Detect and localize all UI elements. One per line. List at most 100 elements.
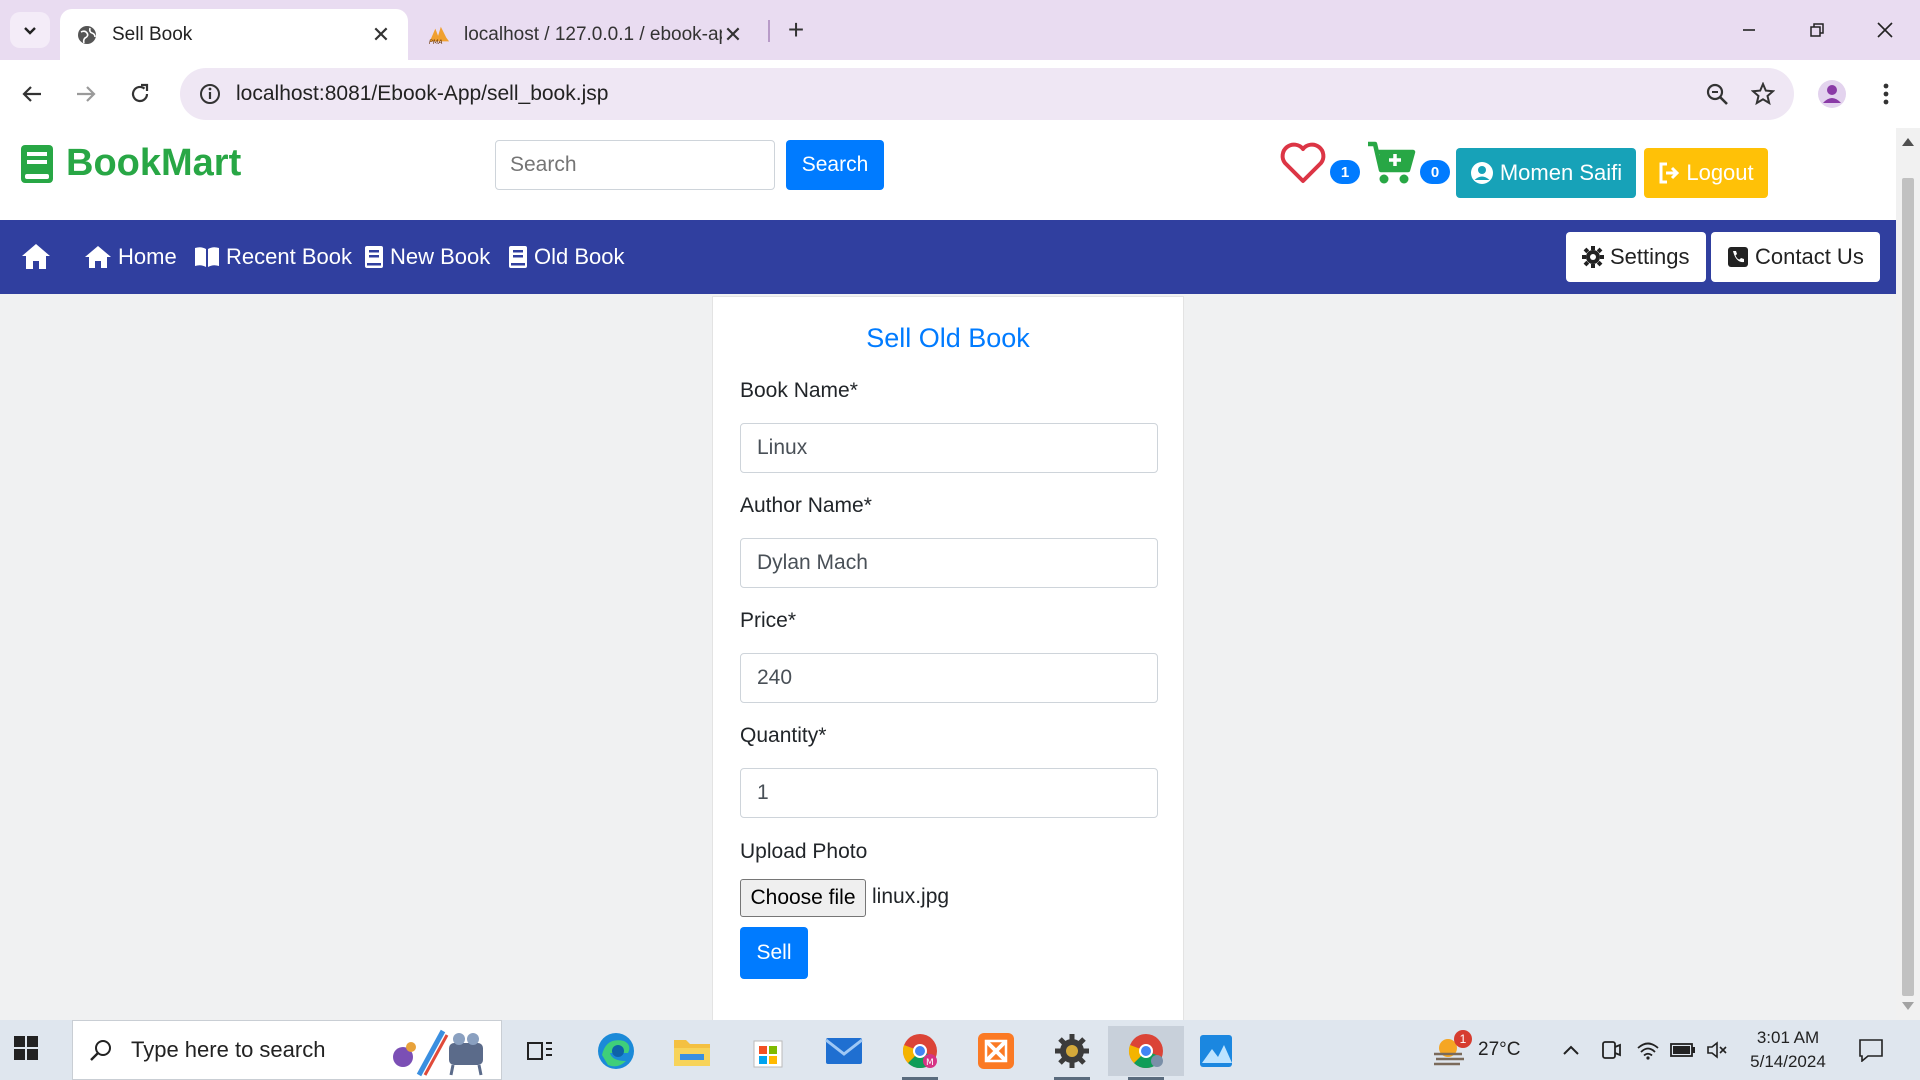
contact-us-button[interactable]: Contact Us bbox=[1711, 232, 1880, 282]
page-scrollbar[interactable] bbox=[1896, 128, 1920, 1020]
notification-center-button[interactable] bbox=[1858, 1020, 1884, 1080]
back-button[interactable] bbox=[14, 76, 50, 112]
nav-new-book-label: New Book bbox=[390, 244, 491, 269]
site-info-icon[interactable] bbox=[184, 68, 236, 120]
volume-muted-icon[interactable] bbox=[1706, 1020, 1728, 1080]
windows-taskbar: Type here to search M 1 27°C 3:01 AM 5/1… bbox=[0, 1020, 1920, 1080]
settings-button[interactable]: Settings bbox=[1566, 232, 1706, 282]
nav-home[interactable]: Home bbox=[84, 220, 177, 294]
choose-file-button[interactable]: Choose file bbox=[740, 879, 866, 917]
chrome-icon: M bbox=[902, 1034, 937, 1069]
meet-now-icon[interactable] bbox=[1600, 1020, 1622, 1080]
start-button[interactable] bbox=[14, 1036, 38, 1065]
sell-submit-button[interactable]: Sell bbox=[740, 927, 808, 979]
scrollbar-thumb[interactable] bbox=[1902, 178, 1914, 996]
minimize-icon bbox=[1743, 29, 1755, 31]
selected-file-name: linux.jpg bbox=[872, 885, 950, 908]
minimize-button[interactable] bbox=[1726, 12, 1772, 48]
tab-phpmyadmin[interactable]: PMA localhost / 127.0.0.1 / ebook-ap ✕ bbox=[412, 9, 760, 60]
system-clock[interactable]: 3:01 AM 5/14/2024 bbox=[1728, 1026, 1848, 1074]
weather-alert-badge: 1 bbox=[1454, 1030, 1472, 1048]
scroll-up-arrow-icon[interactable] bbox=[1902, 138, 1914, 146]
profile-avatar[interactable] bbox=[1814, 76, 1850, 112]
nav-new-book[interactable]: New Book bbox=[364, 220, 490, 294]
close-window-button[interactable] bbox=[1862, 12, 1908, 48]
browser-menu-button[interactable] bbox=[1870, 76, 1902, 112]
phpmyadmin-icon: PMA bbox=[428, 24, 450, 46]
cart-count-badge: 0 bbox=[1420, 160, 1450, 184]
user-profile-button[interactable]: Momen Saifi bbox=[1456, 148, 1636, 198]
weather-widget[interactable]: 1 27°C bbox=[1432, 1020, 1520, 1080]
tab-list-button[interactable] bbox=[10, 12, 50, 48]
taskbar-edge[interactable] bbox=[586, 1026, 646, 1076]
cart-plus-icon bbox=[1368, 141, 1416, 184]
taskbar-chrome-active[interactable] bbox=[1108, 1026, 1184, 1080]
nav-recent-book-label: Recent Book bbox=[226, 244, 352, 269]
price-label: Price* bbox=[740, 609, 797, 632]
sign-out-icon bbox=[1659, 162, 1680, 184]
phone-square-icon bbox=[1728, 247, 1748, 267]
heart-icon bbox=[1280, 142, 1326, 183]
taskbar-file-explorer[interactable] bbox=[662, 1026, 722, 1076]
wifi-icon[interactable] bbox=[1636, 1020, 1660, 1080]
battery-icon[interactable] bbox=[1670, 1020, 1696, 1080]
photos-icon bbox=[1200, 1035, 1232, 1067]
home-icon-link[interactable] bbox=[20, 242, 52, 275]
taskbar-photos[interactable] bbox=[1186, 1026, 1246, 1076]
taskbar-settings-app[interactable] bbox=[1042, 1026, 1102, 1080]
form-title: Sell Old Book bbox=[866, 323, 1030, 353]
wishlist-button[interactable] bbox=[1280, 142, 1326, 189]
zoom-icon[interactable] bbox=[1694, 71, 1740, 117]
close-icon[interactable]: ✕ bbox=[370, 22, 392, 47]
home-icon bbox=[85, 246, 111, 268]
taskbar-microsoft-store[interactable] bbox=[738, 1026, 798, 1076]
search-icon bbox=[89, 1038, 113, 1062]
tab-separator bbox=[768, 20, 770, 42]
address-bar[interactable]: localhost:8081/Ebook-App/sell_book.jsp bbox=[180, 68, 1794, 120]
settings-label: Settings bbox=[1610, 244, 1690, 269]
taskbar-mail[interactable] bbox=[814, 1026, 874, 1076]
cart-button[interactable] bbox=[1366, 140, 1416, 191]
show-hidden-icons-button[interactable] bbox=[1562, 1020, 1580, 1080]
task-view-button[interactable] bbox=[510, 1026, 570, 1076]
author-name-input[interactable] bbox=[740, 538, 1158, 588]
search-highlight-illustration-icon bbox=[385, 1027, 495, 1080]
close-icon bbox=[1877, 22, 1893, 38]
taskbar-chrome-profile[interactable]: M bbox=[890, 1026, 950, 1080]
arrow-right-icon bbox=[77, 86, 96, 102]
chevron-up-icon bbox=[1563, 1045, 1579, 1055]
new-tab-button[interactable]: + bbox=[780, 14, 812, 46]
tab-sell-book[interactable]: Sell Book ✕ bbox=[60, 9, 408, 60]
search-button[interactable]: Search bbox=[786, 140, 884, 190]
reload-button[interactable] bbox=[122, 76, 158, 112]
svg-text:M: M bbox=[926, 1058, 934, 1068]
book-name-label: Book Name* bbox=[740, 379, 858, 402]
restore-button[interactable] bbox=[1794, 12, 1840, 48]
forward-button[interactable] bbox=[68, 76, 104, 112]
logout-button[interactable]: Logout bbox=[1644, 148, 1768, 198]
brand-logo[interactable]: BookMart bbox=[20, 142, 241, 185]
user-icon bbox=[1818, 80, 1846, 108]
nav-old-book-label: Old Book bbox=[534, 244, 625, 269]
clock-date: 5/14/2024 bbox=[1750, 1052, 1826, 1071]
notification-icon bbox=[1859, 1039, 1883, 1062]
nav-old-book[interactable]: Old Book bbox=[508, 220, 625, 294]
xampp-icon bbox=[978, 1033, 1014, 1069]
url-text[interactable]: localhost:8081/Ebook-App/sell_book.jsp bbox=[236, 82, 1694, 106]
quantity-input[interactable] bbox=[740, 768, 1158, 818]
browser-tab-bar: Sell Book ✕ PMA localhost / 127.0.0.1 / … bbox=[0, 0, 1920, 60]
logout-label: Logout bbox=[1686, 160, 1754, 185]
taskbar-search-box[interactable]: Type here to search bbox=[72, 1020, 502, 1080]
sell-book-form-card: Sell Old Book Book Name* Author Name* Pr… bbox=[712, 296, 1184, 1020]
svg-text:PMA: PMA bbox=[429, 38, 443, 46]
scroll-down-arrow-icon[interactable] bbox=[1902, 1002, 1914, 1010]
nav-recent-book[interactable]: Recent Book bbox=[194, 220, 352, 294]
book-icon bbox=[509, 246, 527, 268]
close-icon[interactable]: ✕ bbox=[722, 22, 744, 47]
book-name-input[interactable] bbox=[740, 423, 1158, 473]
bookmark-star-icon[interactable] bbox=[1740, 71, 1786, 117]
price-input[interactable] bbox=[740, 653, 1158, 703]
taskbar-xampp[interactable] bbox=[966, 1026, 1026, 1076]
search-input[interactable] bbox=[495, 140, 775, 190]
more-vertical-icon bbox=[1883, 83, 1889, 105]
